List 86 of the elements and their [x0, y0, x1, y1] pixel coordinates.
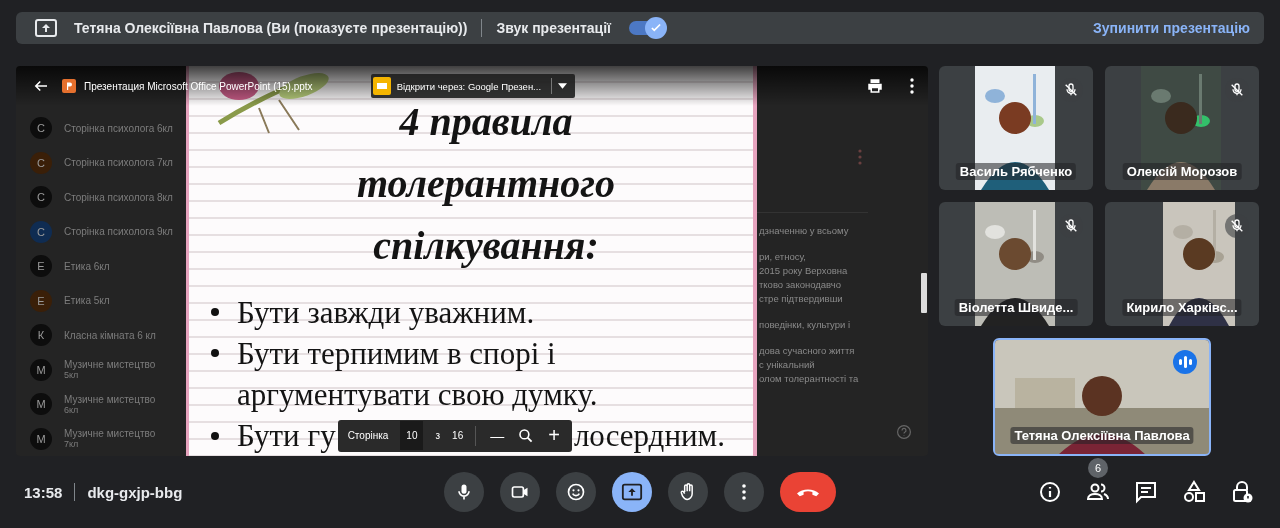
file-avatar: Е — [30, 289, 52, 312]
meeting-code: dkg-gxjp-bbg — [87, 483, 183, 501]
file-title: Презентация Microsoft Office PowerPoint (15).pptx — [84, 80, 313, 92]
participant-name: Василь Рябченко — [955, 163, 1077, 180]
present-screen-icon — [34, 16, 58, 40]
file-name: Сторінка психолога 7кл — [64, 157, 173, 169]
file-avatar: С — [30, 186, 52, 209]
phone-icon — [797, 487, 819, 497]
file-name: Музичне мистецтво — [64, 359, 156, 371]
document-text: ри, етносу, — [758, 250, 806, 264]
file-avatar: С — [30, 220, 52, 243]
bullet-icon — [211, 349, 219, 357]
document-text: тково законодавчо — [758, 278, 841, 292]
document-text: с унікальний — [758, 358, 815, 372]
chat-icon[interactable] — [1134, 480, 1158, 504]
more-icon — [742, 484, 746, 500]
zoom-out-button[interactable]: — — [488, 427, 507, 444]
document-text: 2015 року Верховна — [758, 264, 848, 278]
print-icon[interactable] — [866, 77, 884, 95]
document-text: стре підтвердивши — [758, 292, 843, 306]
participant-name: Олексій Морозов — [1122, 163, 1242, 180]
lock-icon[interactable] — [1230, 480, 1254, 504]
file-avatar: С — [30, 117, 52, 140]
file-name: Етика 5кл — [64, 295, 110, 307]
dropdown-caret-icon — [558, 83, 568, 89]
clock-time: 13:58 — [24, 483, 63, 501]
file-subtitle: 5кл — [64, 370, 80, 381]
slide-bullet-text: лосердним. — [573, 417, 725, 455]
stop-presenting-link[interactable]: Зупинити презентацію — [1093, 20, 1250, 36]
slide-title-line: 4 правила — [399, 100, 573, 144]
more-icon — [858, 149, 862, 165]
file-avatar: М — [30, 358, 52, 381]
microphone-button[interactable] — [444, 472, 484, 512]
participant-name: Кирило Харківс... — [1122, 299, 1242, 316]
help-icon — [896, 424, 912, 440]
page-separator: з — [435, 430, 441, 441]
reactions-button[interactable] — [556, 472, 596, 512]
document-text: дова сучасного життя — [758, 344, 855, 358]
file-name: Музичне мистецтво — [64, 428, 156, 440]
audio-label: Звук презентації — [496, 20, 612, 36]
file-name: Сторінка психолога 6кл — [64, 122, 173, 134]
file-avatar: С — [30, 151, 52, 174]
document-text: олом толерантності та — [758, 372, 859, 386]
more-icon[interactable] — [910, 78, 914, 94]
present-screen-icon — [621, 481, 643, 503]
raise-hand-button[interactable] — [668, 472, 708, 512]
file-name: Сторінка психолога 9кл — [64, 226, 173, 238]
file-avatar: М — [30, 427, 52, 450]
file-name: Етика 6кл — [64, 260, 110, 272]
bullet-icon — [211, 308, 219, 316]
slide-title-line: спілкування: — [373, 224, 599, 268]
zoom-in-button[interactable]: + — [546, 424, 562, 447]
file-subtitle: 7кл — [64, 439, 80, 450]
slide-bullet-text: Бути терпимим в спорі і — [237, 335, 556, 373]
present-button[interactable] — [612, 472, 652, 512]
presentation-file-icon — [62, 79, 76, 93]
participant-count-badge: 6 — [1088, 458, 1108, 478]
slides-icon — [372, 77, 391, 95]
page-label: Сторінка — [347, 430, 389, 441]
end-call-button[interactable] — [780, 472, 836, 512]
presenter-name: Тетяна Олексіївна Павлова (Ви (показуєте презентацію)) — [74, 20, 468, 36]
bullet-icon — [211, 431, 219, 440]
page-count: 16 — [452, 430, 464, 441]
file-subtitle: 6кл — [64, 404, 79, 415]
file-avatar: М — [30, 393, 52, 416]
scrollbar-thumb[interactable] — [921, 273, 927, 313]
slide-bullet-text: аргументувати свою думку. — [237, 376, 598, 414]
document-text: дзначенню у всьому — [758, 224, 849, 238]
participant-name: Тетяна Олексіївна Павлова — [1010, 427, 1194, 444]
participant-name: Віолетта Швиде... — [954, 299, 1078, 316]
shapes-icon[interactable] — [1182, 480, 1206, 504]
slide-bullet-text: Бути завжди уважним. — [237, 294, 535, 332]
zoom-icon[interactable] — [518, 427, 535, 444]
file-avatar: Е — [30, 255, 52, 278]
smiley-icon — [566, 482, 586, 502]
info-icon[interactable] — [1038, 480, 1062, 504]
camera-button[interactable] — [500, 472, 540, 512]
slide-bullet-text: Бути гу — [237, 417, 336, 455]
slide-title-line: толерантного — [356, 162, 616, 206]
file-avatar: К — [30, 324, 52, 347]
file-name: Сторінка психолога 8кл — [64, 191, 173, 203]
page-number-field[interactable]: 10 — [400, 421, 424, 450]
file-name: Музичне мистецтво — [64, 393, 156, 405]
open-with-button[interactable]: Відкрити через: Google Презен... — [370, 74, 576, 98]
file-name: Класна кімната 6 кл — [64, 329, 156, 341]
more-options-button[interactable] — [724, 472, 764, 512]
